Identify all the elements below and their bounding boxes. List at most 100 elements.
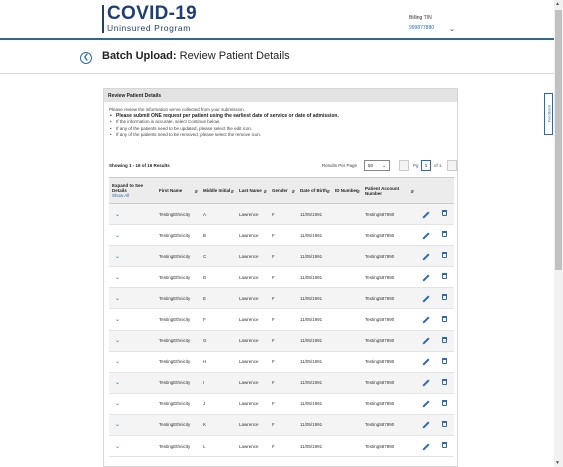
trash-can-icon[interactable] bbox=[442, 442, 447, 449]
pencil-icon[interactable] bbox=[421, 211, 430, 219]
edit-icon[interactable] bbox=[416, 309, 435, 330]
edit-icon[interactable] bbox=[416, 414, 435, 435]
trash-can-icon[interactable] bbox=[442, 420, 447, 427]
pencil-icon[interactable] bbox=[421, 337, 430, 345]
sort-icon[interactable]: ⇵ bbox=[411, 189, 414, 194]
column-patient-account-number[interactable]: Patient Account Number ⇵ bbox=[362, 178, 416, 204]
back-arrow-icon[interactable]: ❮ bbox=[80, 52, 92, 64]
sort-icon[interactable]: ⇵ bbox=[327, 189, 330, 194]
trash-can-icon[interactable] bbox=[442, 378, 447, 385]
expand-row-chevron-icon[interactable]: ⌄ bbox=[109, 225, 156, 246]
cell-first-name: TestingEthnicity bbox=[159, 422, 191, 428]
pencil-icon[interactable] bbox=[421, 400, 430, 408]
pencil-icon[interactable] bbox=[421, 316, 430, 324]
expand-row-chevron-icon[interactable]: ⌄ bbox=[109, 393, 156, 414]
show-all-link[interactable]: Show All bbox=[112, 193, 153, 198]
expand-row-chevron-icon[interactable]: ⌄ bbox=[109, 351, 156, 372]
scroll-down-arrow-icon[interactable]: ▼ bbox=[555, 460, 560, 466]
scrollbar-thumb[interactable] bbox=[555, 10, 562, 270]
trash-can-icon[interactable] bbox=[442, 231, 447, 238]
trash-icon[interactable] bbox=[435, 372, 454, 393]
cell-date-of-birth: 11/05/1991 bbox=[300, 232, 323, 238]
next-page-button[interactable] bbox=[447, 160, 457, 171]
pencil-icon[interactable] bbox=[421, 421, 430, 430]
expand-row-chevron-icon[interactable]: ⌄ bbox=[109, 288, 156, 309]
instructions-list: Please submit ONE request per patient us… bbox=[109, 113, 452, 138]
scroll-up-arrow-icon[interactable]: ▲ bbox=[555, 1, 560, 7]
column-date-of-birth[interactable]: Date of Birth ⇵ bbox=[297, 178, 332, 204]
edit-icon[interactable] bbox=[416, 351, 435, 372]
cell-middle-initial: K bbox=[203, 422, 207, 428]
expand-row-chevron-icon[interactable]: ⌄ bbox=[109, 204, 156, 225]
column-id-number[interactable]: ID Number ⇵ bbox=[332, 178, 362, 204]
expand-row-chevron-icon[interactable]: ⌄ bbox=[109, 436, 156, 457]
cell-last-name: Lawrence bbox=[239, 380, 259, 386]
trash-can-icon[interactable] bbox=[442, 315, 447, 322]
edit-icon[interactable] bbox=[416, 436, 435, 457]
trash-can-icon[interactable] bbox=[442, 294, 447, 301]
pencil-icon[interactable] bbox=[421, 274, 430, 282]
pencil-icon[interactable] bbox=[421, 232, 430, 240]
edit-icon[interactable] bbox=[416, 225, 435, 246]
trash-can-icon[interactable] bbox=[442, 252, 447, 259]
sort-icon[interactable]: ⇵ bbox=[357, 189, 360, 194]
chevron-down-icon[interactable]: ⌄ bbox=[449, 25, 455, 33]
trash-can-icon[interactable] bbox=[442, 336, 447, 343]
trash-icon[interactable] bbox=[435, 267, 454, 288]
edit-icon[interactable] bbox=[416, 288, 435, 309]
column-middle-initial[interactable]: Middle Initial ⇵ bbox=[200, 178, 236, 204]
trash-icon[interactable] bbox=[435, 436, 454, 457]
trash-icon[interactable] bbox=[435, 351, 454, 372]
sort-icon[interactable]: ⇵ bbox=[264, 189, 267, 194]
trash-icon[interactable] bbox=[435, 246, 454, 267]
expand-row-chevron-icon[interactable]: ⌄ bbox=[109, 246, 156, 267]
cell-patient-account-number: Testing587890 bbox=[365, 253, 395, 259]
expand-row-chevron-icon[interactable]: ⌄ bbox=[109, 309, 156, 330]
trash-icon[interactable] bbox=[435, 225, 454, 246]
feedback-tab[interactable]: Feedback bbox=[544, 93, 553, 135]
sort-icon[interactable]: ⇵ bbox=[231, 189, 234, 194]
pencil-icon[interactable] bbox=[421, 295, 430, 303]
cell-date-of-birth: 11/05/1991 bbox=[300, 211, 323, 217]
pencil-icon[interactable] bbox=[421, 379, 430, 387]
trash-icon[interactable] bbox=[435, 288, 454, 309]
edit-icon[interactable] bbox=[416, 330, 435, 351]
trash-can-icon[interactable] bbox=[442, 273, 447, 280]
pencil-icon[interactable] bbox=[421, 358, 430, 366]
expand-row-chevron-icon[interactable]: ⌄ bbox=[109, 372, 156, 393]
trash-icon[interactable] bbox=[435, 330, 454, 351]
trash-icon[interactable] bbox=[435, 393, 454, 414]
trash-can-icon[interactable] bbox=[442, 399, 447, 406]
trash-icon[interactable] bbox=[435, 414, 454, 435]
trash-can-icon[interactable] bbox=[442, 357, 447, 364]
vertical-scrollbar[interactable]: ▲ ▼ bbox=[554, 0, 563, 467]
expand-row-chevron-icon[interactable]: ⌄ bbox=[109, 414, 156, 435]
cell-first-name: TestingEthnicity bbox=[159, 317, 191, 323]
sort-icon[interactable]: ⇵ bbox=[195, 189, 198, 194]
column-gender[interactable]: Gender ⇵ bbox=[269, 178, 297, 204]
page-number-input[interactable]: 1 bbox=[421, 160, 431, 171]
previous-page-button[interactable] bbox=[399, 160, 409, 171]
sort-icon[interactable]: ⇵ bbox=[292, 189, 295, 194]
pencil-icon[interactable] bbox=[421, 443, 430, 451]
billing-tin-value[interactable]: 999877880 bbox=[409, 25, 434, 31]
edit-icon[interactable] bbox=[416, 393, 435, 414]
trash-icon[interactable] bbox=[435, 309, 454, 330]
expand-row-chevron-icon[interactable]: ⌄ bbox=[109, 330, 156, 351]
billing-tin-selector[interactable]: Billing TIN 999877880 ⌄ bbox=[409, 15, 455, 33]
expand-row-chevron-icon[interactable]: ⌄ bbox=[109, 267, 156, 288]
edit-icon[interactable] bbox=[416, 372, 435, 393]
pencil-icon[interactable] bbox=[421, 253, 430, 261]
trash-can-icon[interactable] bbox=[442, 210, 447, 217]
edit-icon[interactable] bbox=[416, 204, 435, 225]
results-per-page-select[interactable]: 50 ⌄ bbox=[364, 160, 390, 171]
cell-first-name: TestingEthnicity bbox=[159, 359, 191, 365]
cell-first-name: TestingEthnicity bbox=[159, 338, 191, 344]
cell-gender: F bbox=[272, 253, 275, 259]
edit-icon[interactable] bbox=[416, 267, 435, 288]
column-first-name[interactable]: First Name ⇵ bbox=[156, 178, 200, 204]
column-last-name[interactable]: Last Name ⇵ bbox=[236, 178, 269, 204]
trash-icon[interactable] bbox=[435, 204, 454, 225]
edit-icon[interactable] bbox=[416, 246, 435, 267]
cell-last-name: Lawrence bbox=[239, 253, 259, 259]
